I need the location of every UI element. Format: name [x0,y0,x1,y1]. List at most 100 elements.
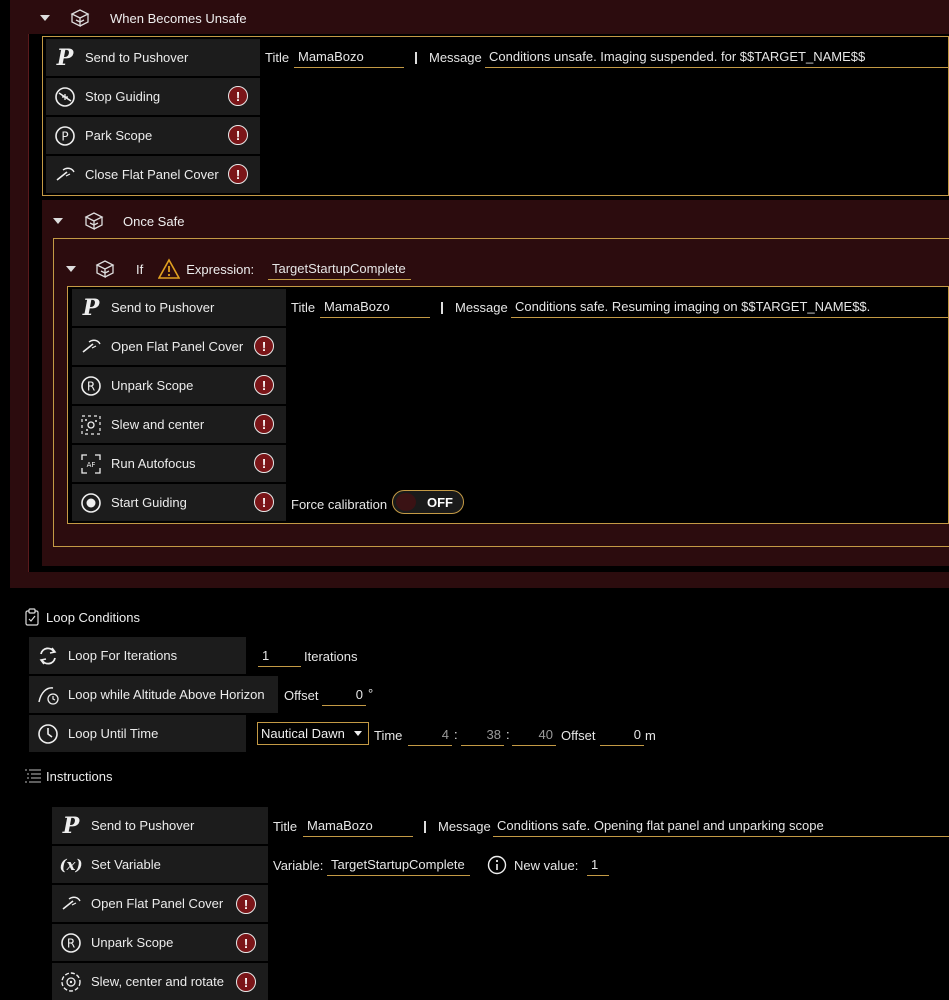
expression-field[interactable]: TargetStartupComplete [268,259,411,280]
slew-rotate-icon [60,971,82,993]
variable-field[interactable]: TargetStartupComplete [327,855,470,876]
time-seconds-field[interactable]: 40 [512,725,556,746]
slew-center-icon [80,414,102,436]
altitude-icon [37,684,59,706]
pushover-title-field[interactable]: MamaBozo [303,816,413,837]
unpark-icon: R [80,375,102,397]
loop-conditions-header: Loop Conditions [24,606,140,628]
time-minutes-field[interactable]: 38 [461,725,504,746]
new-value-field[interactable]: 1 [587,855,609,876]
pushover-message-field[interactable]: Conditions safe. Opening flat panel and … [493,816,949,837]
container-icon [68,6,92,30]
if-label: If [136,261,144,277]
pushover-message-label: Message [438,819,491,834]
pushover-title-label: Title [291,300,316,315]
pushover-message-field[interactable]: Conditions safe. Resuming imaging on $$T… [511,297,949,318]
flat-panel-icon [80,336,102,358]
time-mode-dropdown[interactable]: Nautical Dawn [257,722,369,745]
time-hours-field[interactable]: 4 [408,725,452,746]
pushover-title-field[interactable]: MamaBozo [294,47,404,68]
variable-label: Variable: [273,858,324,873]
variable-icon: (x) [59,855,83,874]
iterations-unit: Iterations [304,649,358,664]
time-colon: : [454,727,458,742]
condition-loop-altitude[interactable]: Loop while Altitude Above Horizon [29,676,278,713]
warning-icon [157,258,181,280]
chevron-down-icon [354,731,362,736]
collapse-arrow-icon[interactable] [40,15,50,21]
error-icon[interactable]: ! [228,125,248,145]
info-icon[interactable] [487,855,507,875]
time-colon: : [506,727,510,742]
time-label: Time [374,728,403,743]
error-icon[interactable]: ! [236,972,256,992]
time-mode-value: Nautical Dawn [261,726,345,741]
error-icon[interactable]: ! [254,453,274,473]
time-offset-unit: m [645,728,656,743]
svg-text:AF: AF [87,461,96,469]
expression-label: Expression: [186,261,255,277]
time-offset-label: Offset [561,728,596,743]
clipboard-icon [24,608,40,626]
iterations-field[interactable]: 1 [258,646,301,667]
collapse-arrow-icon[interactable] [53,218,63,224]
instruction-send-pushover[interactable]: P Send to Pushover [72,289,286,326]
flat-panel-icon [60,893,82,915]
new-value-label: New value: [514,858,579,873]
list-icon [24,768,42,784]
error-icon[interactable]: ! [254,492,274,512]
error-icon[interactable]: ! [228,86,248,106]
altitude-unit: ° [368,686,374,701]
pushover-title-label: Title [273,819,298,834]
separator [424,821,426,833]
svg-text:R: R [67,936,75,950]
instructions-title: Instructions [46,768,113,784]
instruction-send-pushover[interactable]: P Send to Pushover [52,807,268,844]
pushover-icon: P [62,812,80,839]
loop-conditions-title: Loop Conditions [46,609,140,625]
condition-loop-until-time[interactable]: Loop Until Time [29,715,246,752]
container-icon [82,209,106,233]
time-offset-field[interactable]: 0 [600,725,644,746]
guiding-icon [80,492,102,514]
if-header[interactable]: If Expression: [66,256,254,282]
separator [415,52,417,64]
pushover-icon: P [82,294,100,321]
flat-panel-icon [54,164,76,186]
instruction-set-variable[interactable]: (x) Set Variable [52,846,268,883]
park-icon: P [54,125,76,147]
condition-loop-iterations[interactable]: Loop For Iterations [29,637,246,674]
separator [441,302,443,314]
when-unsafe-title: When Becomes Unsafe [110,10,247,26]
pushover-message-label: Message [429,50,482,65]
loop-icon [37,645,59,667]
once-safe-header[interactable]: Once Safe [53,208,184,234]
once-safe-title: Once Safe [123,213,185,229]
altitude-offset-label: Offset [284,688,319,703]
error-icon[interactable]: ! [254,414,274,434]
collapse-arrow-icon[interactable] [66,266,76,272]
altitude-offset-field[interactable]: 0 [322,685,366,706]
force-calibration-toggle[interactable]: OFF [392,490,464,514]
instruction-send-pushover[interactable]: P Send to Pushover [46,39,260,76]
when-unsafe-header[interactable]: When Becomes Unsafe [40,6,247,30]
error-icon[interactable]: ! [236,933,256,953]
toggle-state: OFF [427,494,453,510]
error-icon[interactable]: ! [236,894,256,914]
toggle-knob [396,493,416,511]
pushover-message-field[interactable]: Conditions unsafe. Imaging suspended. fo… [485,47,949,68]
svg-text:R: R [87,379,95,393]
error-icon[interactable]: ! [254,375,274,395]
container-icon [93,257,117,281]
pushover-title-field[interactable]: MamaBozo [320,297,430,318]
svg-text:P: P [61,129,68,143]
error-icon[interactable]: ! [254,336,274,356]
stop-guiding-icon [54,86,76,108]
force-calibration-label: Force calibration [291,497,388,512]
unpark-icon: R [60,932,82,954]
pushover-icon: P [56,44,74,71]
instructions-header: Instructions [24,766,112,786]
pushover-title-label: Title [265,50,290,65]
error-icon[interactable]: ! [228,164,248,184]
pushover-message-label: Message [455,300,508,315]
